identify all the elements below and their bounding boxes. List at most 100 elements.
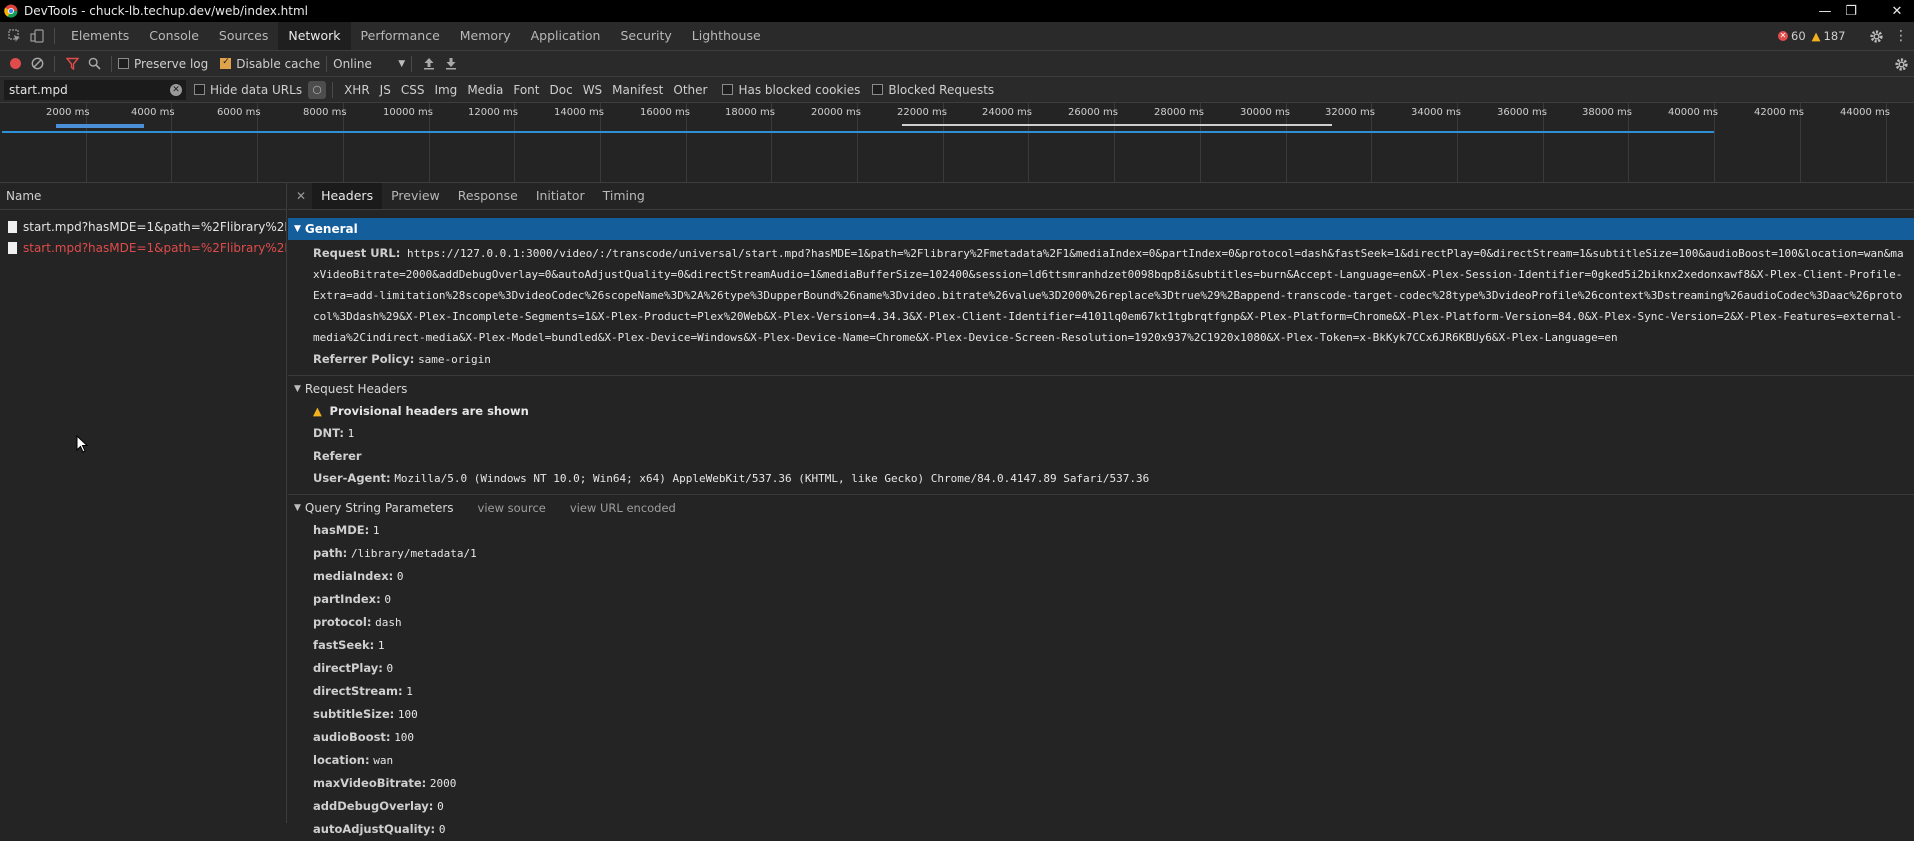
query-param-row: audioBoost: 100: [288, 726, 1914, 749]
param-value: 100: [397, 708, 418, 721]
timeline-tick-label: 34000 ms: [1411, 107, 1461, 118]
disable-cache-box[interactable]: [220, 57, 232, 69]
param-key: location:: [313, 753, 370, 767]
filter-type-font[interactable]: Font: [508, 83, 544, 97]
tab-sources[interactable]: Sources: [209, 22, 278, 50]
query-param-row: directPlay: 0: [288, 657, 1914, 680]
section-divider: [288, 494, 1914, 495]
view-url-encoded-link[interactable]: view URL encoded: [570, 501, 676, 515]
blocked-requests-checkbox[interactable]: Blocked Requests: [872, 83, 994, 97]
tab-response[interactable]: Response: [449, 183, 527, 209]
window-title: DevTools - chuck-lb.techup.dev/web/index…: [24, 4, 309, 18]
general-section-header[interactable]: ▼ General: [288, 218, 1914, 240]
request-url-row: Request URL: https://127.0.0.1:3000/vide…: [288, 243, 1914, 348]
header-value: 1: [347, 427, 355, 440]
param-key: fastSeek:: [313, 638, 375, 652]
timeline-tick-label: 18000 ms: [725, 107, 775, 118]
param-value: 0: [384, 593, 391, 606]
timeline-overview[interactable]: 2000 ms 4000 ms 6000 ms 8000 ms 10000 ms…: [0, 103, 1914, 183]
timeline-tick-label: 36000 ms: [1497, 107, 1547, 118]
separator: [326, 55, 328, 72]
request-waterfall-bar: [902, 124, 1332, 126]
filter-toggle-button[interactable]: [61, 50, 83, 78]
timeline-tick-label: 40000 ms: [1668, 107, 1718, 118]
search-button[interactable]: [83, 50, 105, 78]
gear-icon: [1869, 29, 1883, 43]
name-column-header[interactable]: Name: [0, 183, 286, 210]
param-key: directPlay:: [313, 661, 383, 675]
import-har-button[interactable]: [418, 50, 440, 78]
blocked-requests-box[interactable]: [872, 84, 884, 95]
hide-data-urls-checkbox[interactable]: Hide data URLs: [194, 83, 302, 97]
tab-network[interactable]: Network: [278, 22, 351, 50]
separator: [411, 55, 413, 72]
tab-elements[interactable]: Elements: [61, 22, 139, 50]
referrer-policy-row: Referrer Policy: same-origin: [288, 348, 1914, 371]
filter-type-ws[interactable]: WS: [578, 83, 607, 97]
separator: [54, 55, 55, 72]
query-param-row: partIndex: 0: [288, 588, 1914, 611]
separator: [54, 28, 55, 44]
tab-initiator[interactable]: Initiator: [527, 183, 594, 209]
filter-type-manifest[interactable]: Manifest: [607, 83, 668, 97]
param-key: directStream:: [313, 684, 403, 698]
timeline-tick-label: 10000 ms: [383, 107, 433, 118]
query-params-section-header[interactable]: ▼ Query String Parameters view source vi…: [288, 497, 1914, 519]
has-blocked-cookies-checkbox[interactable]: Has blocked cookies: [722, 83, 860, 97]
request-name: start.mpd?hasMDE=1&path=%2Flibrary%2Fm..…: [23, 240, 286, 255]
filter-type-other[interactable]: Other: [668, 83, 712, 97]
filter-type-js[interactable]: JS: [375, 83, 396, 97]
tab-application[interactable]: Application: [521, 22, 611, 50]
issue-counters[interactable]: ✕ 60 ▲ 187: [1778, 22, 1845, 50]
timeline-tick-label: 44000 ms: [1840, 107, 1890, 118]
throttling-select[interactable]: Online ▼: [333, 57, 405, 71]
filter-type-css[interactable]: CSS: [396, 83, 430, 97]
request-headers-section-header[interactable]: ▼ Request Headers: [288, 378, 1914, 400]
view-source-link[interactable]: view source: [478, 501, 546, 515]
filter-type-img[interactable]: Img: [429, 83, 462, 97]
tab-preview[interactable]: Preview: [382, 183, 449, 209]
tab-memory[interactable]: Memory: [450, 22, 521, 50]
clear-filter-icon[interactable]: ✕: [170, 83, 182, 96]
request-row-error[interactable]: start.mpd?hasMDE=1&path=%2Flibrary%2Fm..…: [0, 237, 286, 258]
more-options-button[interactable]: ⋮: [1890, 22, 1912, 50]
inspect-element-button[interactable]: [4, 22, 26, 50]
query-param-row: subtitleSize: 100: [288, 703, 1914, 726]
tab-console[interactable]: Console: [139, 22, 209, 50]
expand-triangle-icon: ▼: [294, 224, 301, 234]
param-key: autoAdjustQuality:: [313, 822, 436, 836]
filter-type-xhr[interactable]: XHR: [339, 83, 375, 97]
timeline-tick-label: 8000 ms: [303, 107, 347, 118]
tab-headers[interactable]: Headers: [312, 183, 383, 209]
close-details-button[interactable]: ✕: [288, 189, 312, 203]
tab-timing[interactable]: Timing: [594, 183, 654, 209]
filter-type-media[interactable]: Media: [462, 83, 508, 97]
query-param-row: addDebugOverlay: 0: [288, 795, 1914, 818]
timeline-tick-label: 28000 ms: [1154, 107, 1204, 118]
export-har-button[interactable]: [440, 50, 462, 78]
disable-cache-checkbox[interactable]: Disable cache: [220, 57, 320, 71]
all-types-button[interactable]: ◯: [308, 80, 327, 99]
preserve-log-checkbox[interactable]: Preserve log: [118, 57, 208, 71]
device-toolbar-button[interactable]: [26, 22, 48, 50]
restore-button[interactable]: ❐: [1828, 0, 1874, 22]
request-row[interactable]: start.mpd?hasMDE=1&path=%2Flibrary%2Fm..…: [0, 216, 286, 237]
filter-type-doc[interactable]: Doc: [545, 83, 578, 97]
tab-security[interactable]: Security: [610, 22, 681, 50]
warning-icon: ▲: [313, 404, 322, 418]
network-settings-button[interactable]: [1890, 50, 1912, 78]
timeline-tick-label: 20000 ms: [811, 107, 861, 118]
has-blocked-cookies-box[interactable]: [722, 84, 734, 95]
hide-data-urls-box[interactable]: [194, 84, 205, 95]
preserve-log-box[interactable]: [118, 58, 129, 69]
clear-button[interactable]: [26, 50, 48, 78]
tab-lighthouse[interactable]: Lighthouse: [682, 22, 771, 50]
close-window-button[interactable]: ✕: [1874, 0, 1914, 22]
record-button[interactable]: [4, 50, 26, 78]
tab-performance[interactable]: Performance: [351, 22, 450, 50]
filter-input[interactable]: [4, 79, 186, 100]
param-value: 100: [394, 731, 415, 744]
restore-icon: ❐: [1845, 3, 1857, 19]
param-value: 0: [437, 800, 444, 813]
settings-button[interactable]: [1865, 22, 1887, 50]
